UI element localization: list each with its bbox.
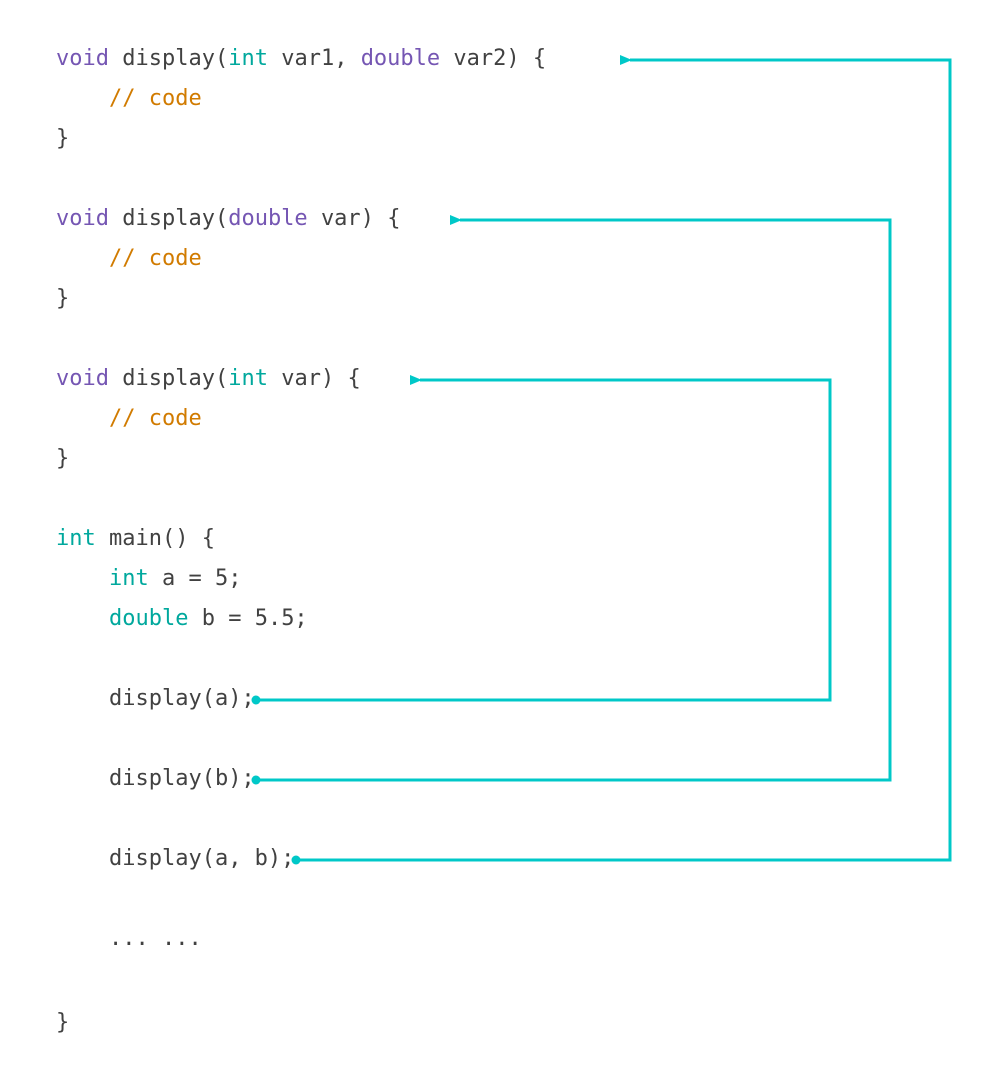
code-line: void display(int var) { bbox=[56, 366, 361, 391]
code-token-kw_double: double bbox=[361, 46, 440, 71]
code-space bbox=[268, 46, 281, 71]
code-line: // code bbox=[56, 406, 202, 431]
code-token-ident: var2 bbox=[453, 46, 506, 71]
code-space bbox=[188, 606, 201, 631]
code-token-ident: ... ... bbox=[109, 926, 202, 951]
code-token-ident: ) bbox=[361, 206, 374, 231]
code-token-ident: display bbox=[122, 46, 215, 71]
code-space bbox=[56, 766, 109, 791]
code-space bbox=[56, 846, 109, 871]
code-token-kw_int: int bbox=[228, 366, 268, 391]
code-token-ident: display(b); bbox=[109, 766, 255, 791]
code-token-kw_void: void bbox=[56, 366, 109, 391]
code-line: display(a); bbox=[56, 686, 255, 711]
code-token-kw_int: int bbox=[228, 46, 268, 71]
code-space bbox=[96, 526, 109, 551]
code-line: void display(double var) { bbox=[56, 206, 400, 231]
code-space bbox=[56, 686, 109, 711]
call-ab-to-display-int-double bbox=[292, 60, 951, 865]
code-token-ident: display(a); bbox=[109, 686, 255, 711]
code-token-ident: { bbox=[533, 46, 546, 71]
code-token-ident: , bbox=[334, 46, 361, 71]
code-space bbox=[308, 206, 321, 231]
code-line: } bbox=[56, 446, 69, 471]
code-space bbox=[56, 606, 109, 631]
code-token-ident bbox=[188, 526, 201, 551]
code-token-ident: display bbox=[122, 366, 215, 391]
code-token-ident: () bbox=[162, 526, 189, 551]
code-token-ident: var bbox=[321, 206, 361, 231]
code-token-comment: // code bbox=[109, 86, 202, 111]
code-token-ident: { bbox=[202, 526, 215, 551]
code-token-ident: var bbox=[281, 366, 321, 391]
code-space bbox=[56, 86, 109, 111]
code-space bbox=[56, 566, 109, 591]
code-space bbox=[56, 406, 109, 431]
code-line: display(b); bbox=[56, 766, 255, 791]
code-line: int main() { bbox=[56, 526, 215, 551]
code-token-ident: } bbox=[56, 446, 69, 471]
code-line: ... ... bbox=[56, 926, 202, 951]
code-token-ident: } bbox=[56, 286, 69, 311]
code-line: void display(int var1, double var2) { bbox=[56, 46, 546, 71]
code-line: } bbox=[56, 1010, 69, 1035]
code-token-kw_void: void bbox=[56, 206, 109, 231]
code-token-ident: display bbox=[122, 206, 215, 231]
code-token-ident: ) bbox=[506, 46, 519, 71]
code-token-kw_int: int bbox=[56, 526, 96, 551]
code-line: display(a, b); bbox=[56, 846, 294, 871]
code-token-ident bbox=[520, 46, 533, 71]
code-token-comment: // code bbox=[109, 406, 202, 431]
code-line: // code bbox=[56, 86, 202, 111]
code-token-ident: ( bbox=[215, 366, 228, 391]
code-space bbox=[56, 246, 109, 271]
code-space bbox=[149, 566, 162, 591]
code-token-kw_int: double bbox=[109, 606, 188, 631]
code-token-ident: main bbox=[109, 526, 162, 551]
code-line: } bbox=[56, 286, 69, 311]
call-b-to-display-double bbox=[252, 220, 891, 785]
code-token-ident: a = 5; bbox=[162, 566, 241, 591]
code-token-ident: ( bbox=[215, 46, 228, 71]
code-token-ident: display(a, b); bbox=[109, 846, 294, 871]
code-space bbox=[268, 366, 281, 391]
call-a-to-display-int bbox=[252, 380, 831, 705]
code-line: // code bbox=[56, 246, 202, 271]
code-token-ident: ) bbox=[321, 366, 334, 391]
code-token-kw_void: void bbox=[56, 46, 109, 71]
code-space bbox=[109, 46, 122, 71]
code-token-kw_int: int bbox=[109, 566, 149, 591]
code-token-ident bbox=[374, 206, 387, 231]
code-token-ident: } bbox=[56, 126, 69, 151]
code-token-ident: ( bbox=[215, 206, 228, 231]
code-space bbox=[56, 926, 109, 951]
code-token-ident: var1 bbox=[281, 46, 334, 71]
code-token-ident bbox=[334, 366, 347, 391]
code-space bbox=[109, 366, 122, 391]
code-line: } bbox=[56, 126, 69, 151]
code-line: double b = 5.5; bbox=[56, 606, 308, 631]
code-token-ident: b = 5.5; bbox=[202, 606, 308, 631]
code-line: int a = 5; bbox=[56, 566, 241, 591]
code-space bbox=[440, 46, 453, 71]
code-diagram: void display(int var1, double var2) { //… bbox=[0, 0, 994, 1092]
code-token-comment: // code bbox=[109, 246, 202, 271]
code-token-kw_double: double bbox=[228, 206, 307, 231]
code-token-ident: { bbox=[387, 206, 400, 231]
code-token-ident: } bbox=[56, 1010, 69, 1035]
code-token-ident: { bbox=[347, 366, 360, 391]
code-space bbox=[109, 206, 122, 231]
